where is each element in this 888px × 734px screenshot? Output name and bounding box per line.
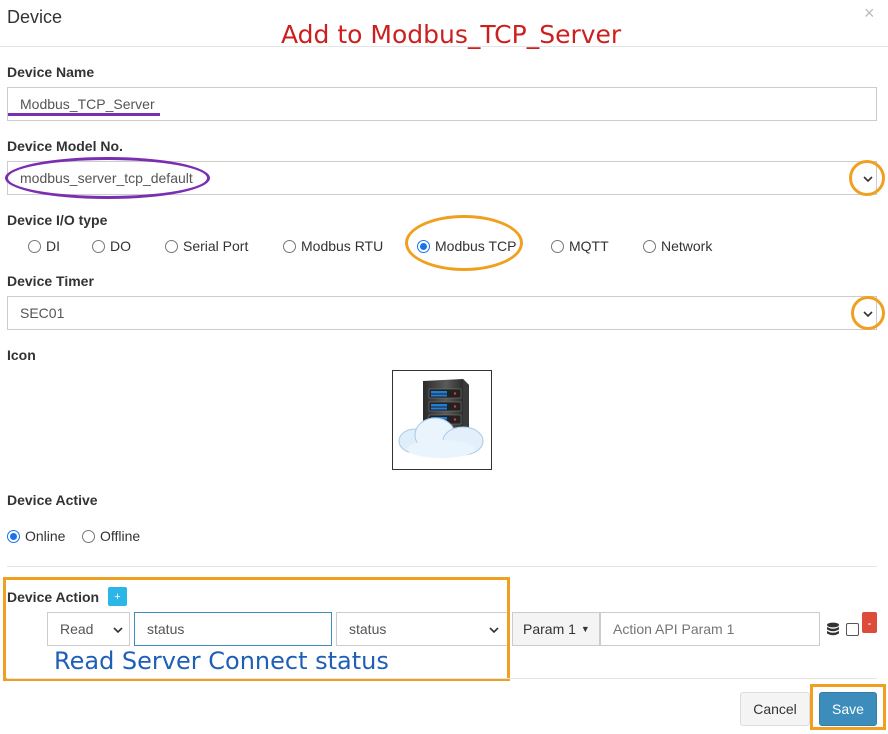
device-active-option-label: Offline <box>100 528 141 544</box>
io-type-radio-mqtt[interactable]: MQTT <box>551 238 609 254</box>
io-type-radio-serial-port[interactable]: Serial Port <box>165 238 248 254</box>
device-timer-select[interactable]: SEC01 <box>7 296 877 330</box>
annotation-box-save <box>810 684 886 730</box>
annotation-circle-modbus-tcp <box>405 215 523 271</box>
annotation-circle-model-dropdown <box>849 160 885 196</box>
annotation-header-note: Add to Modbus_TCP_Server <box>281 20 622 49</box>
io-type-radio-do[interactable]: DO <box>92 238 131 254</box>
io-type-radio-modbus-rtu[interactable]: Modbus RTU <box>283 238 383 254</box>
device-name-label: Device Name <box>7 64 95 80</box>
radio-icon <box>643 239 656 253</box>
io-type-option-label: Serial Port <box>183 238 249 254</box>
section-divider <box>7 566 877 567</box>
modal-title: Device <box>7 7 63 27</box>
action-param-input[interactable] <box>600 612 820 646</box>
io-type-option-label: Modbus RTU <box>301 238 384 254</box>
annotation-circle-model <box>5 157 210 199</box>
annotation-circle-timer-dropdown <box>851 296 885 330</box>
header-divider <box>0 46 888 47</box>
device-active-option-label: Online <box>25 528 66 544</box>
cancel-button[interactable]: Cancel <box>740 692 810 726</box>
action-enable-checkbox[interactable] <box>846 623 859 636</box>
database-icon[interactable] <box>826 622 840 638</box>
param-button-label: Param 1 <box>523 621 576 637</box>
server-cloud-icon[interactable] <box>392 370 492 470</box>
radio-icon <box>551 239 564 253</box>
device-active-radio-online[interactable]: Online <box>7 528 65 544</box>
device-active-radio-offline[interactable]: Offline <box>82 528 140 544</box>
radio-icon <box>165 239 178 253</box>
device-timer-value: SEC01 <box>20 305 65 321</box>
io-type-option-label: Network <box>661 238 713 254</box>
remove-action-button[interactable]: - <box>862 612 877 633</box>
io-type-option-label: MQTT <box>569 238 609 254</box>
io-type-option-label: DI <box>46 238 60 254</box>
radio-icon <box>28 239 41 253</box>
device-name-value: Modbus_TCP_Server <box>20 96 155 112</box>
device-active-label: Device Active <box>7 492 98 508</box>
radio-icon <box>82 529 95 543</box>
param-dropdown-button[interactable]: Param 1 ▼ <box>512 612 600 646</box>
radio-icon <box>283 239 296 253</box>
caret-down-icon: ▼ <box>580 624 590 634</box>
device-timer-label: Device Timer <box>7 273 94 289</box>
io-type-label: Device I/O type <box>7 212 108 228</box>
annotation-box-device-action <box>3 577 510 681</box>
close-icon[interactable]: × <box>864 4 875 22</box>
annotation-underline <box>8 113 160 116</box>
device-model-label: Device Model No. <box>7 138 123 154</box>
radio-icon <box>92 239 105 253</box>
footer-divider <box>7 678 877 679</box>
io-type-radio-di[interactable]: DI <box>28 238 60 254</box>
io-type-radio-network[interactable]: Network <box>643 238 712 254</box>
icon-label: Icon <box>7 347 36 363</box>
io-type-option-label: DO <box>110 238 131 254</box>
radio-selected-icon <box>7 529 20 543</box>
